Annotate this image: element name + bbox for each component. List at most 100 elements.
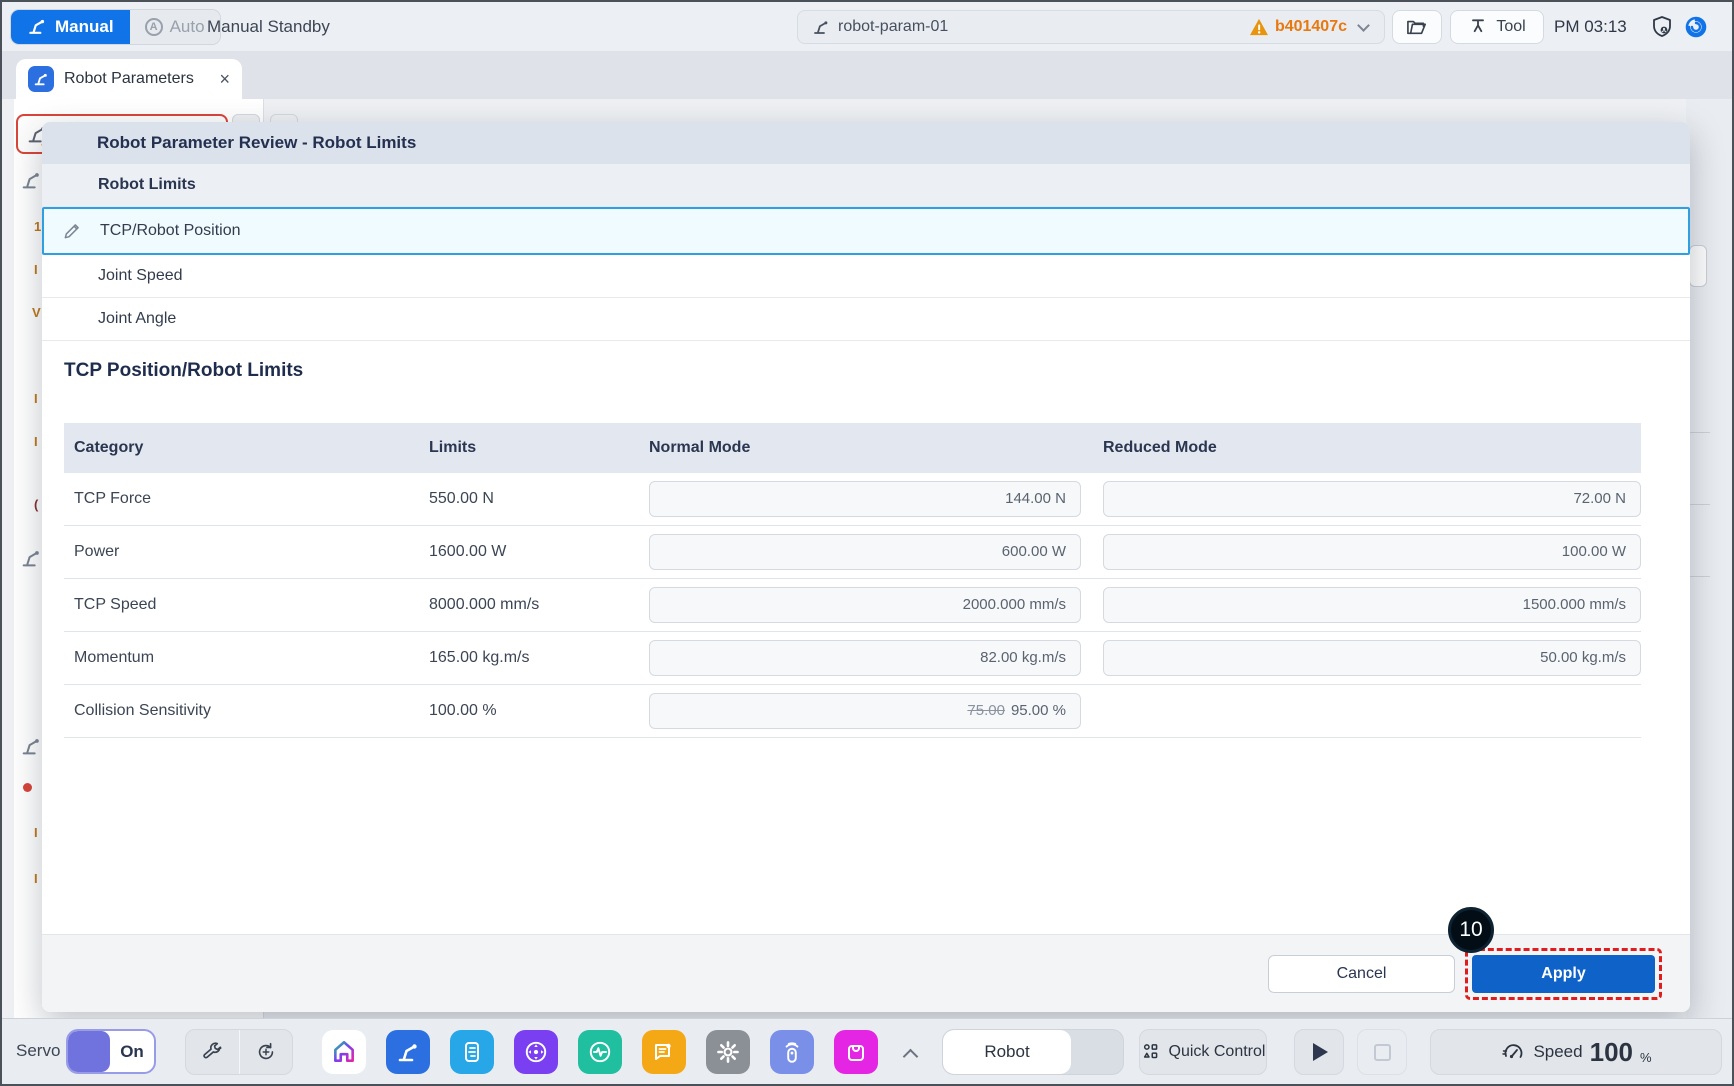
auto-label: Auto (170, 17, 205, 37)
edit-pencil-icon (62, 221, 82, 241)
update-rotate-button[interactable] (240, 1030, 293, 1074)
speed-control[interactable]: Speed 100 % (1430, 1029, 1722, 1075)
reduced-mode-input[interactable]: 1500.000 mm/s (1103, 587, 1641, 623)
reduced-mode-input[interactable]: 50.00 kg.m/s (1103, 640, 1641, 676)
row-limit: 1600.00 W (429, 543, 649, 561)
app-robot-icon[interactable] (386, 1030, 430, 1074)
play-button[interactable] (1294, 1029, 1344, 1075)
clipped-text-fragment: I (34, 825, 38, 840)
reduced-mode-input[interactable]: 72.00 N (1103, 481, 1641, 517)
list-item-label: TCP/Robot Position (100, 222, 241, 240)
tab-close-icon[interactable]: × (219, 69, 230, 90)
table-row: TCP Speed 8000.000 mm/s 2000.000 mm/s 15… (64, 579, 1641, 632)
robot-icon (20, 547, 42, 569)
list-item-joint-speed[interactable]: Joint Speed (42, 255, 1690, 298)
row-limit: 100.00 % (429, 702, 649, 720)
manual-mode-button[interactable]: Manual (11, 10, 130, 44)
scrollbar-thumb[interactable] (1689, 245, 1707, 287)
list-item-label: Robot Limits (98, 176, 196, 194)
clipped-text-fragment: ( (34, 497, 38, 512)
normal-mode-input-edited[interactable]: 75.00 95.00 % (649, 693, 1081, 729)
table-header-row: Category Limits Normal Mode Reduced Mode (64, 423, 1641, 473)
speed-value: 100 (1590, 1037, 1633, 1068)
play-icon (1313, 1043, 1328, 1061)
column-header-limits: Limits (429, 439, 649, 457)
row-limit: 8000.000 mm/s (429, 596, 649, 614)
servo-toggle[interactable]: On (66, 1029, 156, 1074)
row-limit: 165.00 kg.m/s (429, 649, 649, 667)
app-log-icon[interactable] (642, 1030, 686, 1074)
speed-label: Speed (1533, 1042, 1582, 1062)
table-row: Power 1600.00 W 600.00 W 100.00 W (64, 526, 1641, 579)
safety-shield-icon[interactable] (1650, 15, 1674, 39)
normal-mode-input[interactable]: 82.00 kg.m/s (649, 640, 1081, 676)
cancel-button[interactable]: Cancel (1268, 955, 1455, 993)
step-number-badge: 10 (1448, 907, 1494, 953)
program-robot-icon (812, 18, 830, 36)
row-category: Collision Sensitivity (64, 702, 429, 720)
normal-mode-input[interactable]: 2000.000 mm/s (649, 587, 1081, 623)
program-selector[interactable]: robot-param-01 b401407c (797, 10, 1385, 44)
folder-icon (1406, 17, 1428, 37)
chevron-up-icon[interactable] (903, 1049, 919, 1065)
chevron-down-icon (1357, 19, 1370, 32)
app-monitoring-icon[interactable] (578, 1030, 622, 1074)
app-home-icon[interactable] (322, 1030, 366, 1074)
reduced-mode-input[interactable]: 100.00 W (1103, 534, 1641, 570)
app-window: Manual A Auto Manual Standby robot-param… (0, 0, 1734, 1086)
app-remote-icon[interactable] (770, 1030, 814, 1074)
background-right-strip (1686, 99, 1732, 1022)
tab-title: Robot Parameters (64, 70, 194, 88)
settings-wrench-button[interactable] (186, 1030, 240, 1074)
clipped-text-fragment: V (32, 305, 41, 320)
quick-control-label: Quick Control (1169, 1043, 1266, 1061)
list-item-tcp-robot-position[interactable]: TCP/Robot Position (42, 207, 1690, 255)
previous-value: 75.00 (967, 702, 1005, 719)
list-item-label: Joint Angle (98, 310, 176, 328)
tab-bar: Robot Parameters × (2, 52, 1732, 99)
table-row: Collision Sensitivity 100.00 % 75.00 95.0… (64, 685, 1641, 738)
normal-mode-input[interactable]: 600.00 W (649, 534, 1081, 570)
list-item-robot-limits[interactable]: Robot Limits (42, 164, 1690, 207)
app-settings-icon[interactable] (706, 1030, 750, 1074)
tab-robot-parameters[interactable]: Robot Parameters × (16, 59, 242, 99)
program-name: robot-param-01 (838, 18, 948, 36)
alarm-dropdown[interactable]: b401407c (1249, 18, 1370, 36)
section-title: TCP Position/Robot Limits (64, 360, 1690, 386)
clipped-text-fragment: I (34, 434, 38, 449)
normal-mode-input[interactable]: 144.00 N (649, 481, 1081, 517)
quick-control-button[interactable]: Quick Control (1139, 1029, 1267, 1075)
warning-icon (1249, 18, 1269, 36)
speed-unit: % (1640, 1050, 1652, 1065)
servo-toggle-knob (68, 1031, 110, 1072)
rotate-icon (255, 1041, 277, 1063)
stop-button[interactable] (1357, 1029, 1407, 1075)
top-bar: Manual A Auto Manual Standby robot-param… (2, 2, 1732, 52)
bottom-taskbar: Servo On (2, 1018, 1732, 1084)
robot-icon (20, 735, 42, 757)
app-store-icon[interactable] (834, 1030, 878, 1074)
column-header-category: Category (64, 439, 429, 457)
limits-table: Category Limits Normal Mode Reduced Mode… (64, 423, 1641, 738)
tool-gripper-icon (1468, 17, 1488, 37)
open-file-button[interactable] (1392, 10, 1442, 44)
servo-label: Servo (16, 1041, 60, 1061)
robot-parameters-app-icon (28, 66, 54, 92)
app-jog-icon[interactable] (514, 1030, 558, 1074)
stop-icon (1374, 1044, 1391, 1061)
table-row: Momentum 165.00 kg.m/s 82.00 kg.m/s 50.0… (64, 632, 1641, 685)
list-item-joint-angle[interactable]: Joint Angle (42, 298, 1690, 341)
servo-state: On (110, 1031, 154, 1072)
new-value: 95.00 % (1011, 702, 1066, 719)
robot-toggle-label: Robot (943, 1030, 1071, 1074)
mode-segmented-control: Manual A Auto (10, 9, 221, 45)
row-category: Momentum (64, 649, 429, 667)
apply-button[interactable]: Apply (1472, 955, 1655, 993)
recovery-swirl-icon[interactable] (1684, 15, 1708, 39)
error-bullet (23, 783, 32, 792)
app-program-icon[interactable] (450, 1030, 494, 1074)
robot-target-toggle[interactable]: Robot (942, 1029, 1124, 1075)
tool-button[interactable]: Tool (1450, 10, 1544, 44)
robot-status-text: Manual Standby (207, 17, 330, 37)
column-header-normal-mode: Normal Mode (649, 439, 1081, 457)
